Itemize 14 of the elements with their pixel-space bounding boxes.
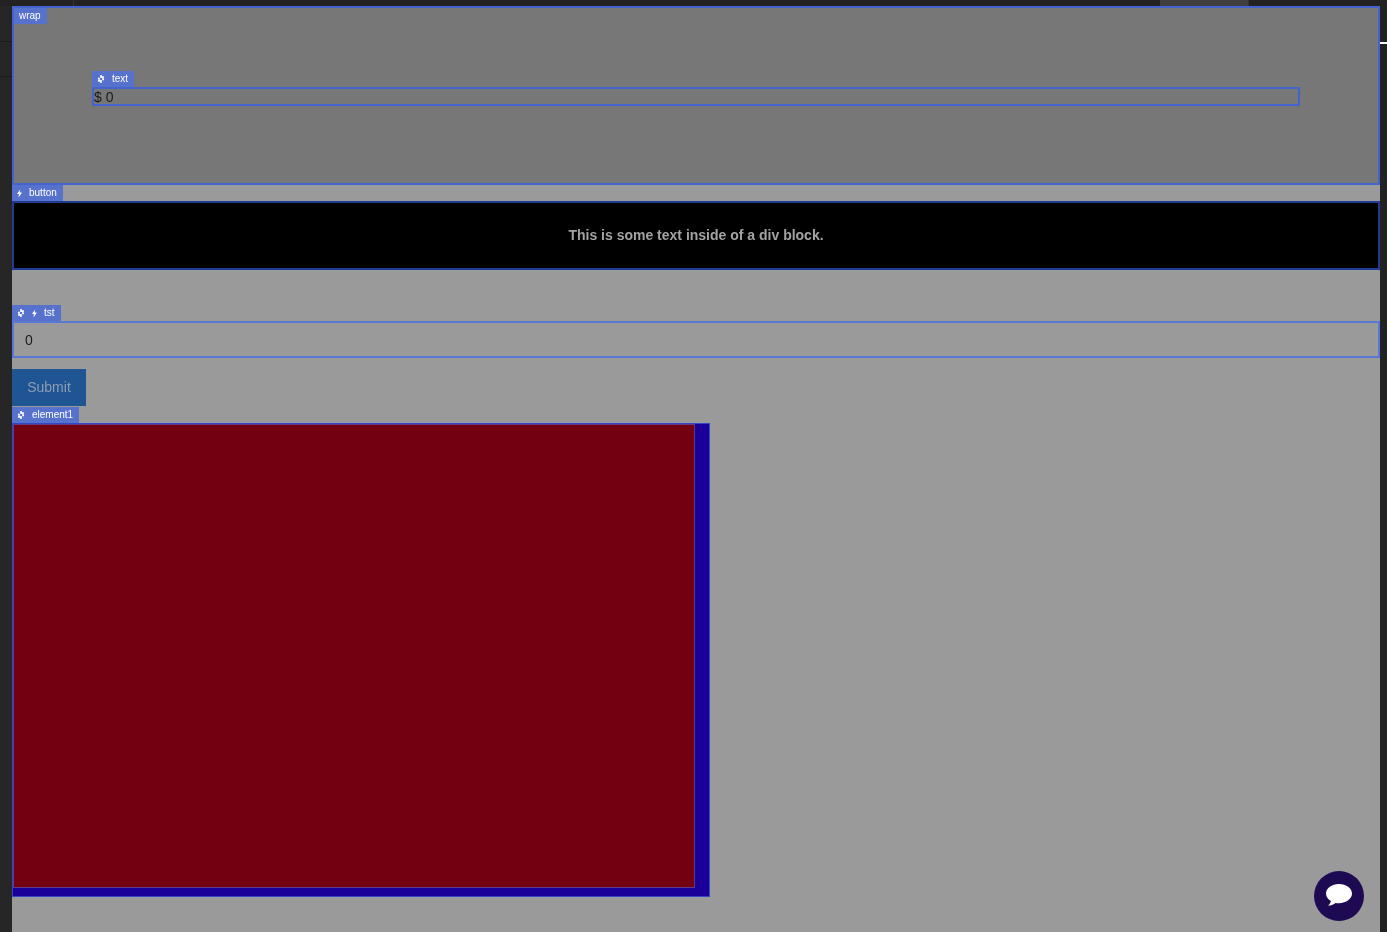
banner-text: This is some text inside of a div block. <box>568 226 824 245</box>
tag-label: button <box>29 188 58 198</box>
lightning-bolt-icon[interactable] <box>17 188 22 198</box>
gear-icon[interactable] <box>97 75 105 83</box>
tag-label: text <box>112 74 130 84</box>
tag-label: tst <box>44 308 56 318</box>
chat-bubble-icon[interactable] <box>1314 871 1364 921</box>
lightning-bolt-icon[interactable] <box>32 308 37 318</box>
tag-label: wrap <box>19 11 42 21</box>
text-element: $ 0 <box>92 87 1300 106</box>
tag-label: element1 <box>32 410 75 420</box>
gear-icon[interactable] <box>17 309 25 317</box>
gear-icon[interactable] <box>17 411 25 419</box>
input-field[interactable]: 0 <box>12 321 1380 358</box>
